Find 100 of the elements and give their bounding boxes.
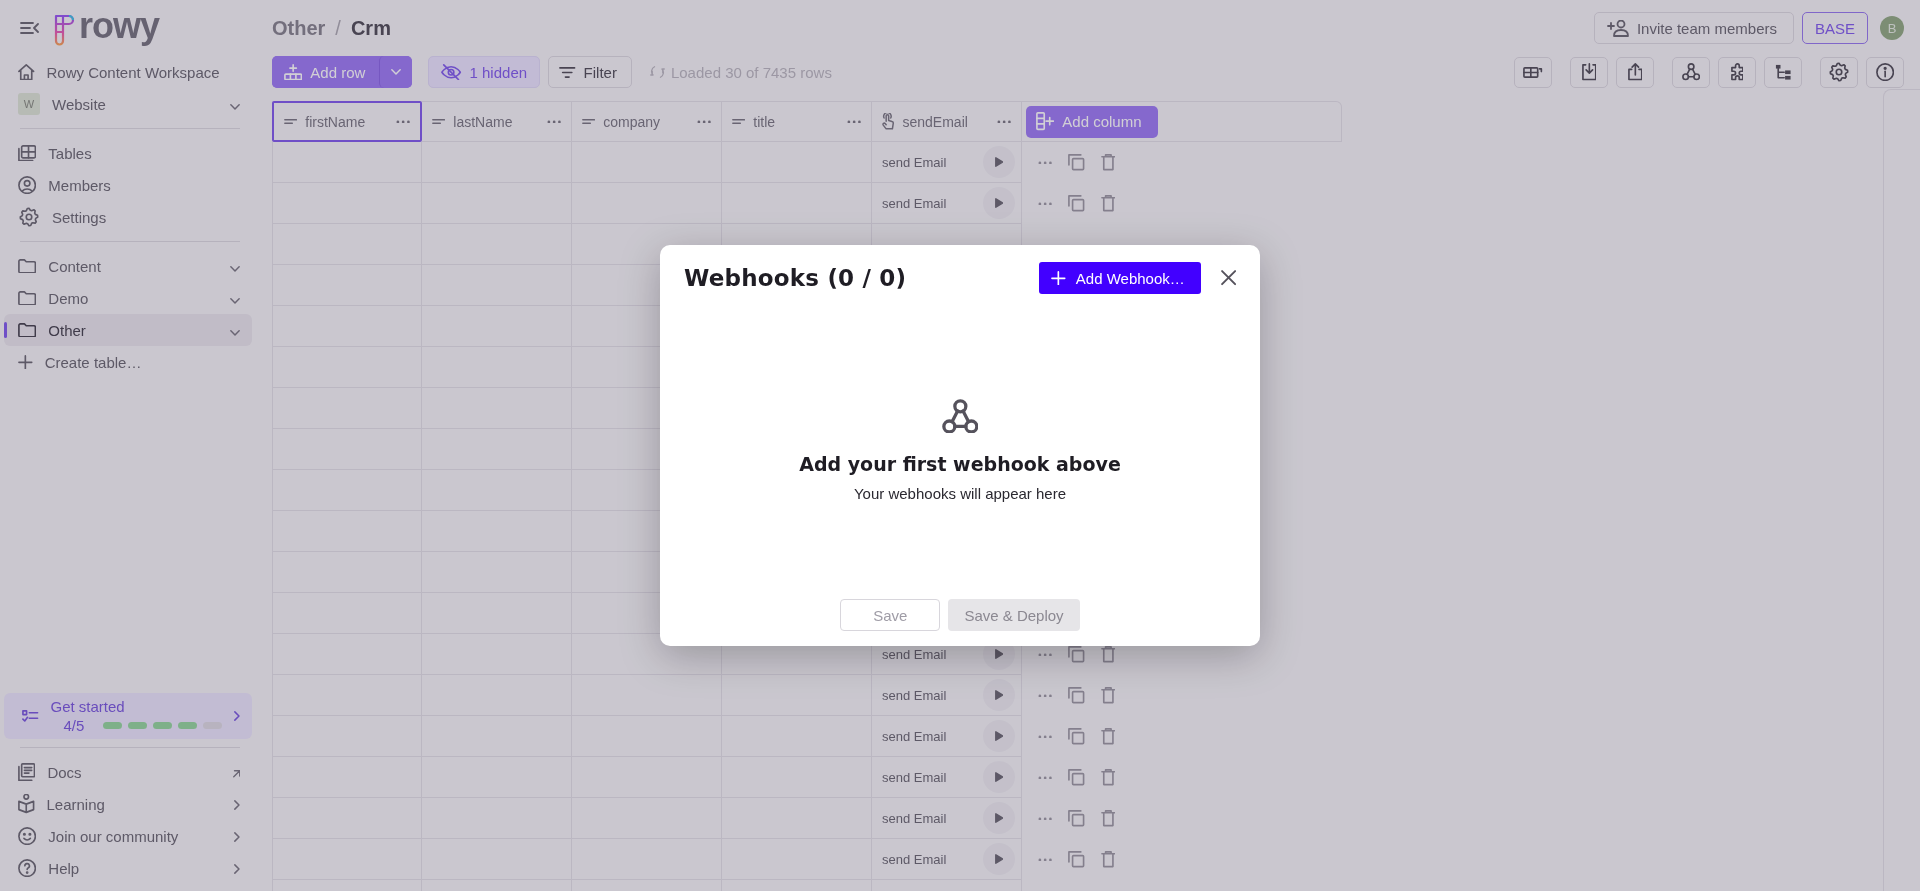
- duplicate-icon: [1068, 687, 1085, 704]
- play-icon: [994, 690, 1004, 700]
- hidden-columns-button[interactable]: 1 hidden: [428, 56, 541, 88]
- column-header[interactable]: sendEmail: [872, 101, 1022, 142]
- sidebar-item[interactable]: Demo: [4, 282, 252, 314]
- more-icon: [696, 119, 711, 124]
- more-icon: [996, 119, 1011, 124]
- breadcrumb-link[interactable]: Other: [272, 16, 326, 40]
- duplicate-icon: [1068, 769, 1085, 786]
- more-icon: [1038, 160, 1053, 165]
- play-icon: [994, 731, 1004, 741]
- run-button[interactable]: [983, 802, 1015, 834]
- delete-icon: [1100, 728, 1116, 745]
- smiley-icon: [18, 826, 37, 846]
- run-button[interactable]: [983, 761, 1015, 793]
- plan-button[interactable]: BASE: [1801, 12, 1868, 44]
- sidebar-item[interactable]: Members: [4, 169, 252, 201]
- logo-text: rowy: [79, 8, 160, 48]
- filter-button[interactable]: Filter: [548, 56, 632, 88]
- get-started-button[interactable]: Get started 4/5: [4, 693, 252, 739]
- column-header[interactable]: lastName: [422, 101, 572, 142]
- checklist-icon: [22, 710, 39, 722]
- cell-text: send Email: [882, 646, 947, 662]
- run-button[interactable]: [983, 720, 1015, 752]
- plus-icon: [18, 354, 33, 370]
- duplicate-icon: [1068, 154, 1085, 171]
- folder-icon: [18, 290, 37, 306]
- sync-icon: [649, 66, 665, 78]
- column-header[interactable]: title: [722, 101, 872, 142]
- toolbar-button[interactable]: [1820, 56, 1858, 88]
- add-column-button[interactable]: Add column: [1026, 105, 1158, 138]
- duplicate-icon: [1068, 646, 1085, 663]
- more-icon: [1038, 734, 1053, 739]
- add-column-icon: [1036, 112, 1055, 131]
- sidebar-item[interactable]: Learning: [4, 788, 252, 820]
- sidebar-item[interactable]: Join our community: [4, 820, 252, 852]
- plus-icon: [1051, 270, 1066, 286]
- close-button[interactable]: [1220, 270, 1236, 286]
- more-icon: [395, 119, 410, 124]
- info-icon: [1875, 62, 1895, 82]
- pointer-hand-icon: [882, 113, 895, 130]
- toolbar-button[interactable]: [1570, 56, 1608, 88]
- close-icon: [1220, 270, 1236, 286]
- chevron-down-icon: [230, 329, 240, 336]
- sidebar-item[interactable]: Docs: [4, 756, 252, 788]
- toolbar-button[interactable]: [1514, 56, 1552, 88]
- duplicate-icon: [1068, 810, 1085, 827]
- run-button[interactable]: [983, 679, 1015, 711]
- workspace-link[interactable]: Rowy Content Workspace: [4, 56, 252, 88]
- empty-state-title: Add your first webhook above: [799, 453, 1121, 476]
- cell-text: send Email: [882, 851, 947, 867]
- play-icon: [994, 772, 1004, 782]
- table-icon: [18, 144, 37, 162]
- add-row-menu-button[interactable]: [379, 56, 413, 88]
- sidebar-item[interactable]: Other: [4, 314, 252, 346]
- breadcrumb-separator: /: [335, 16, 341, 40]
- more-icon: [1038, 816, 1053, 821]
- toolbar-button[interactable]: [1764, 56, 1802, 88]
- create-table-link[interactable]: Create table…: [4, 346, 252, 378]
- duplicate-icon: [1068, 851, 1085, 868]
- toolbar-button[interactable]: [1672, 56, 1710, 88]
- more-icon: [1038, 652, 1053, 657]
- add-webhook-button[interactable]: Add Webhook…: [1039, 262, 1201, 294]
- column-header[interactable]: firstName: [272, 101, 422, 142]
- run-button[interactable]: [983, 146, 1015, 178]
- text-lines-icon: [582, 119, 596, 124]
- sidebar-item[interactable]: Settings: [4, 201, 252, 233]
- cell-text: send Email: [882, 687, 947, 703]
- delete-icon: [1100, 646, 1116, 663]
- delete-icon: [1100, 851, 1116, 868]
- person-add-icon: [1606, 19, 1629, 37]
- play-icon: [994, 649, 1004, 659]
- breadcrumb-current: Crm: [350, 16, 391, 40]
- more-icon: [1038, 201, 1053, 206]
- toolbar-button[interactable]: [1866, 56, 1904, 88]
- sidebar-item[interactable]: Content: [4, 250, 252, 282]
- import-icon: [1581, 63, 1597, 81]
- person-icon: [18, 175, 37, 195]
- column-header[interactable]: company: [572, 101, 722, 142]
- delete-icon: [1100, 154, 1116, 171]
- sidebar-item[interactable]: Tables: [4, 137, 252, 169]
- tree-icon: [1774, 63, 1792, 81]
- run-button[interactable]: [983, 187, 1015, 219]
- more-icon: [546, 119, 561, 124]
- sidebar-item[interactable]: Help: [4, 852, 252, 884]
- run-button[interactable]: [983, 843, 1015, 875]
- more-icon: [1038, 693, 1053, 698]
- chevron-right-icon: [234, 831, 240, 842]
- more-icon: [846, 119, 861, 124]
- logo-icon: [53, 12, 77, 48]
- text-lines-icon: [284, 119, 298, 124]
- project-selector[interactable]: W Website: [4, 88, 252, 120]
- columns-icon: [1523, 66, 1543, 78]
- delete-icon: [1100, 810, 1116, 827]
- invite-button[interactable]: Invite team members: [1593, 12, 1794, 44]
- toolbar-button[interactable]: [1616, 56, 1654, 88]
- filter-icon: [559, 66, 576, 78]
- toolbar-button[interactable]: [1718, 56, 1756, 88]
- puzzle-icon: [1730, 63, 1744, 81]
- duplicate-icon: [1068, 195, 1085, 212]
